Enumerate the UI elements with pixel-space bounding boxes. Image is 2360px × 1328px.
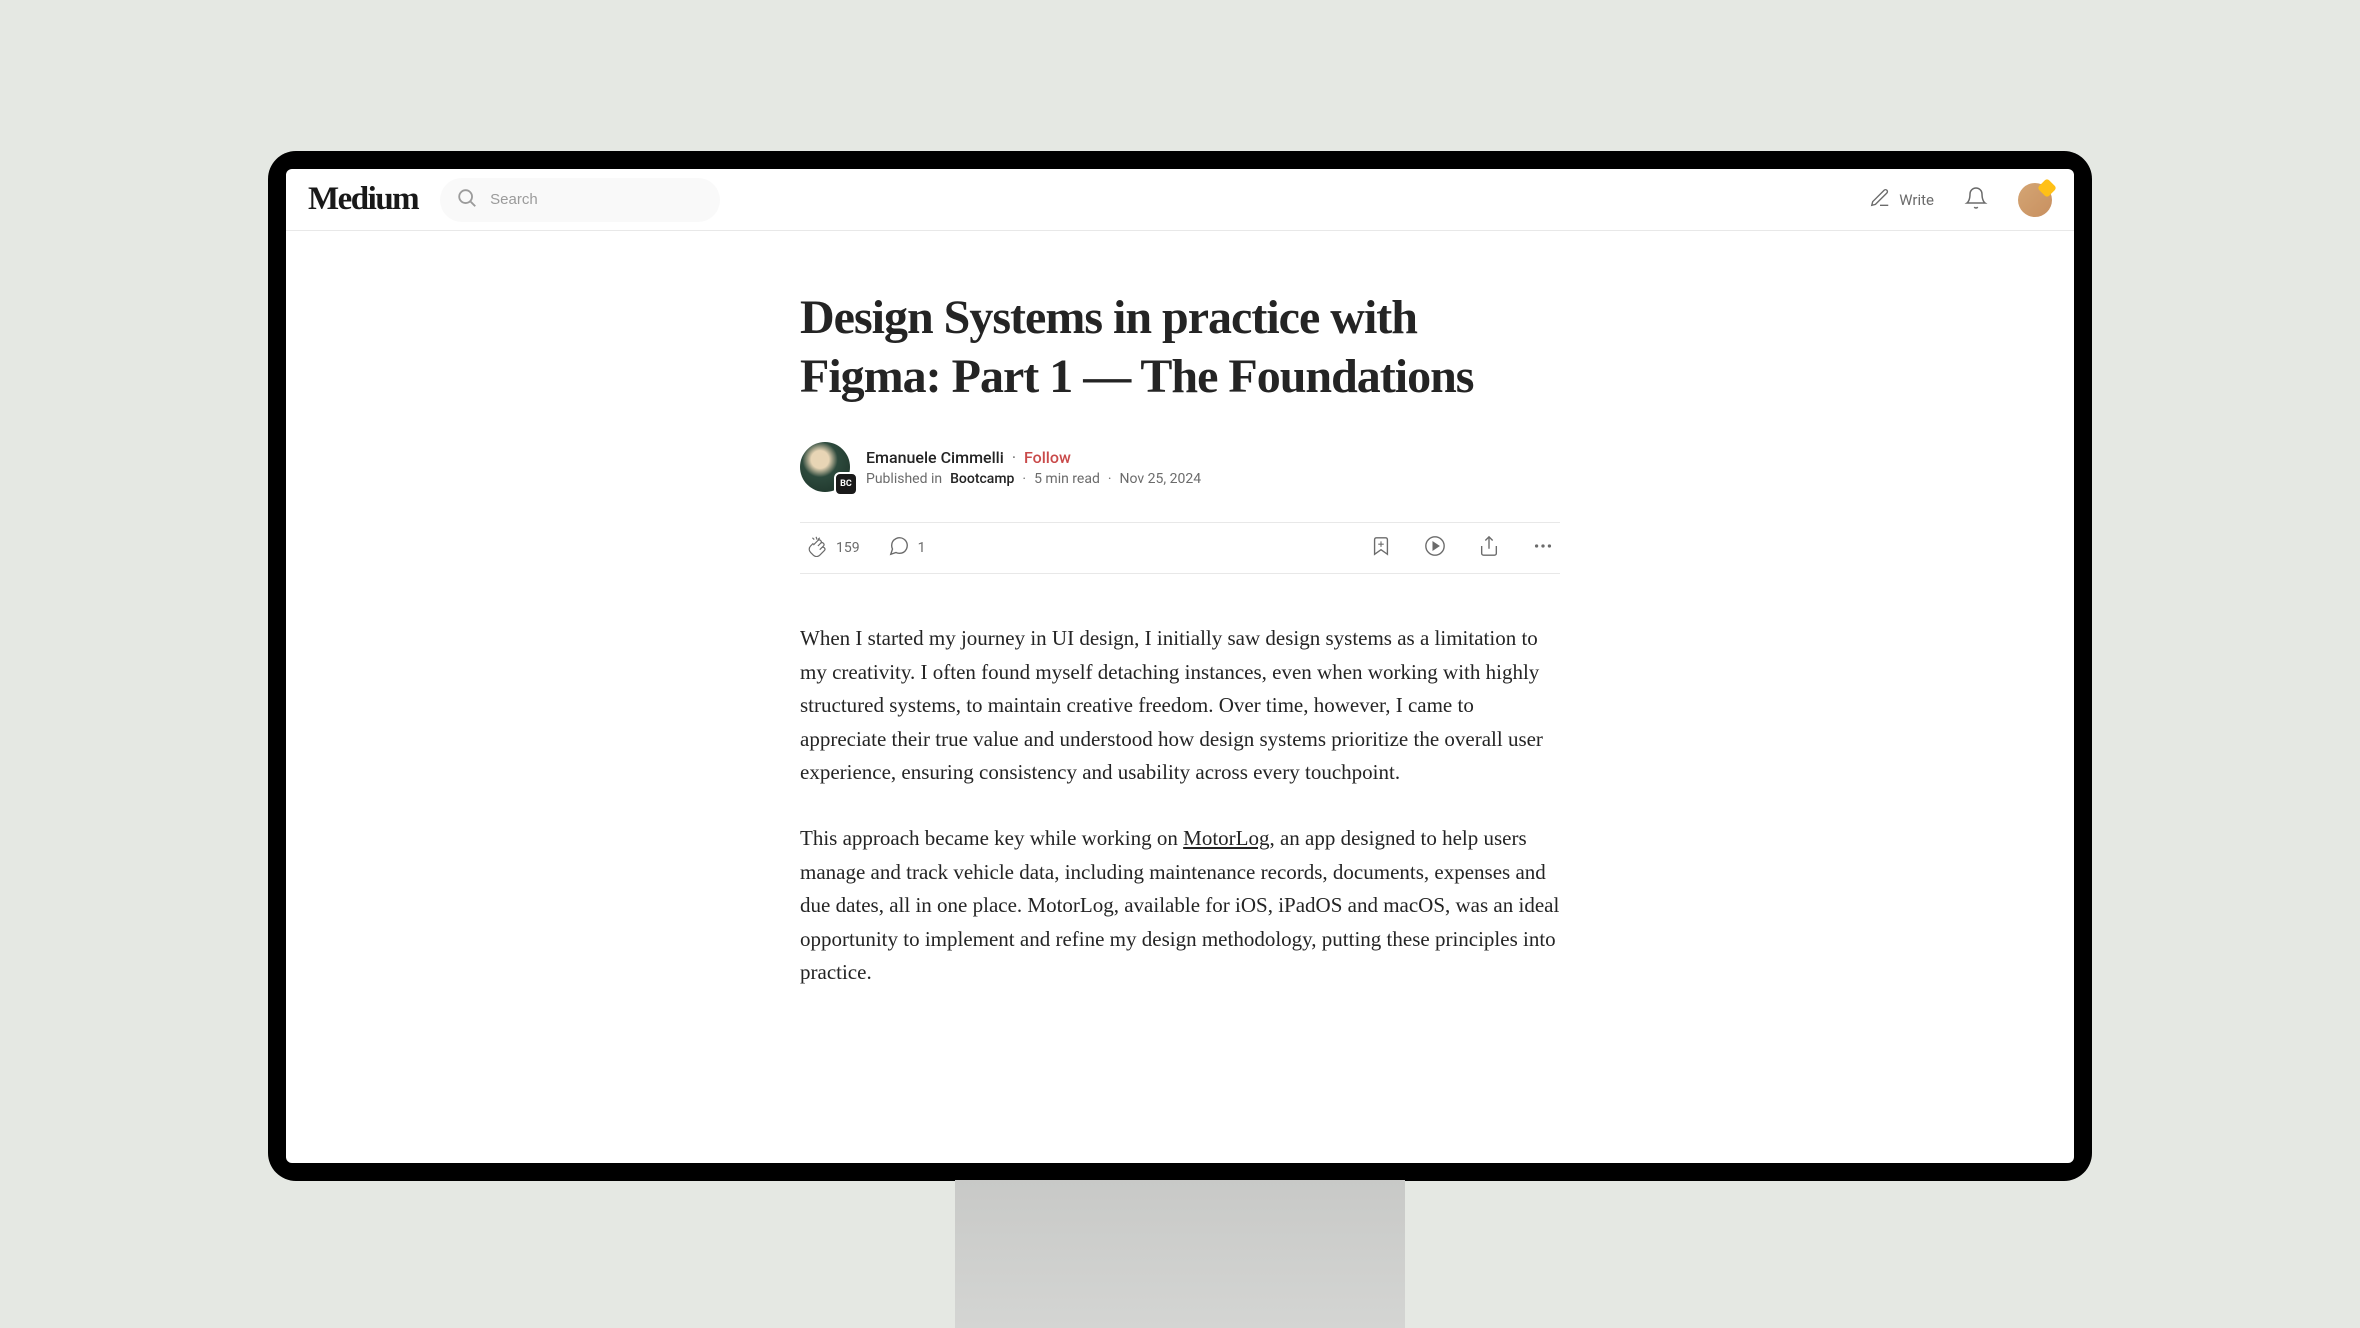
paragraph: When I started my journey in UI design, … [800,622,1560,790]
clap-icon [806,535,828,561]
motorlog-link[interactable]: MotorLog [1183,826,1269,850]
bookmark-icon [1370,542,1392,561]
separator: · [1012,448,1016,467]
medium-logo[interactable]: Medium [308,181,418,218]
separator: · [1022,471,1026,487]
action-bar: 159 1 [800,522,1560,574]
paragraph: This approach became key while working o… [800,822,1560,990]
article-meta: BC Emanuele Cimmelli · Follow Published … [800,442,1560,492]
paragraph-text: This approach became key while working o… [800,826,1183,850]
separator: · [1108,471,1112,487]
write-icon [1869,187,1891,213]
clap-button[interactable]: 159 [806,535,860,561]
publish-date: Nov 25, 2024 [1120,471,1202,487]
user-avatar[interactable] [2018,183,2052,217]
bookmark-button[interactable] [1370,535,1392,561]
publication-badge: BC [834,472,858,496]
write-button[interactable]: Write [1869,187,1934,213]
publication-name[interactable]: Bootcamp [950,471,1014,487]
screen: Medium Write [286,169,2074,1163]
published-in-prefix: Published in [866,471,942,487]
search-container[interactable] [440,178,720,222]
meta-text: Emanuele Cimmelli · Follow Published in … [866,448,1201,487]
more-icon [1532,542,1554,561]
author-line: Emanuele Cimmelli · Follow [866,448,1201,467]
write-label: Write [1899,191,1934,209]
article-title: Design Systems in practice with Figma: P… [800,289,1560,406]
comment-button[interactable]: 1 [888,535,926,561]
share-icon [1478,542,1500,561]
site-header: Medium Write [286,169,2074,231]
publication-line: Published in Bootcamp · 5 min read · Nov… [866,471,1201,487]
search-icon [456,187,490,213]
comment-count: 1 [918,540,926,556]
follow-button[interactable]: Follow [1024,448,1071,467]
more-button[interactable] [1532,535,1554,561]
header-actions: Write [1869,183,2052,217]
notifications-button[interactable] [1964,186,1988,214]
bell-icon [1964,195,1988,214]
action-bar-left: 159 1 [806,535,925,561]
search-input[interactable] [490,191,704,208]
clap-count: 159 [836,540,860,556]
play-icon [1424,542,1446,561]
author-avatar[interactable]: BC [800,442,850,492]
author-name[interactable]: Emanuele Cimmelli [866,448,1004,467]
read-time: 5 min read [1034,471,1100,487]
monitor-frame: Medium Write [268,151,2092,1181]
listen-button[interactable] [1424,535,1446,561]
comment-icon [888,535,910,561]
action-bar-right [1370,535,1554,561]
share-button[interactable] [1478,535,1500,561]
article-body: When I started my journey in UI design, … [800,622,1560,990]
monitor-stand [955,1180,1405,1328]
article-container: Design Systems in practice with Figma: P… [800,231,1560,990]
